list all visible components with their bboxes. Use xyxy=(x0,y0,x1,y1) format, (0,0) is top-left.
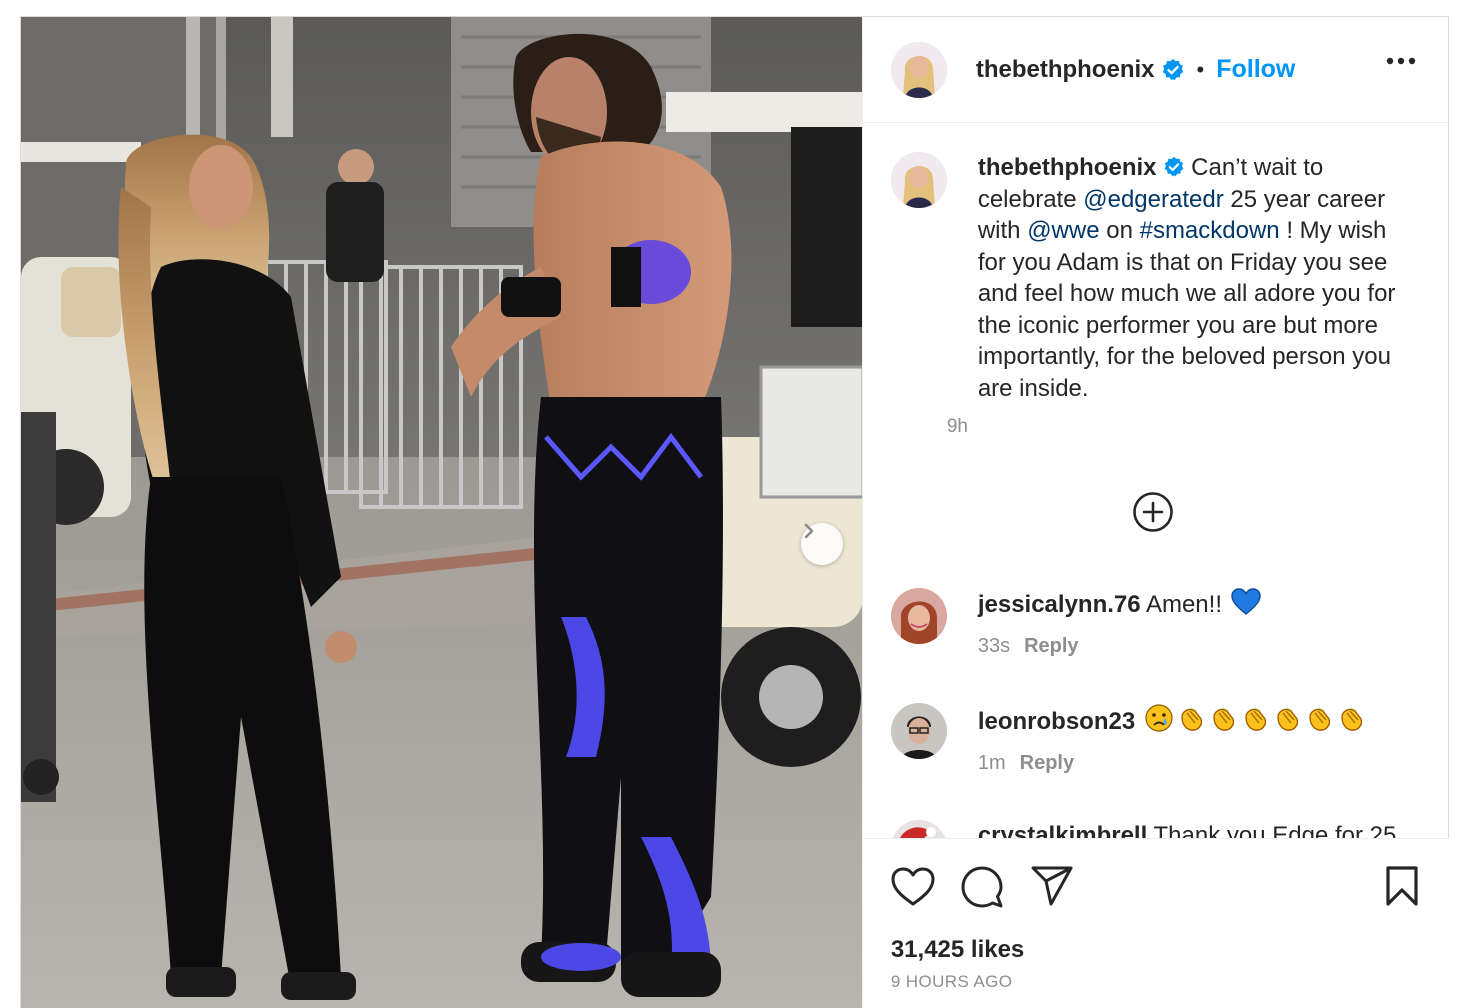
post-timestamp[interactable]: 9 HOURS AGO xyxy=(891,972,1013,992)
clapping-hands-icon xyxy=(1309,708,1330,731)
comment-item: crystalkimbrell Thank you Edge for 25 xyxy=(890,820,1431,838)
comment-text: Amen!! xyxy=(1145,591,1222,618)
avatar-image xyxy=(890,41,947,98)
crying-face-icon xyxy=(1145,704,1173,732)
more-icon[interactable] xyxy=(1386,57,1416,65)
comment-meta: 1m Reply xyxy=(978,748,1366,779)
caption-part-3: on xyxy=(1099,217,1140,244)
caption-username[interactable]: thebethphoenix xyxy=(978,154,1157,181)
comment-time[interactable]: 1m xyxy=(978,752,1006,774)
verified-badge-icon xyxy=(1162,58,1183,80)
reply-button[interactable]: Reply xyxy=(1020,752,1074,774)
comment-meta: 33s Reply xyxy=(978,631,1261,662)
comment-body: crystalkimbrell Thank you Edge for 25 xyxy=(978,820,1397,838)
comment-icon[interactable] xyxy=(961,866,1003,908)
clapping-hands-icon xyxy=(1181,708,1202,731)
instagram-post: thebethphoenix • Follow thebethphoenix C… xyxy=(20,16,1449,1008)
comments-section[interactable]: thebethphoenix Can’t wait to celebrate @… xyxy=(863,124,1449,838)
header-separator: • xyxy=(1196,56,1205,82)
follow-button[interactable]: Follow xyxy=(1216,55,1295,84)
mention-edgeratedr[interactable]: @edgeratedr xyxy=(1083,186,1223,213)
avatar-image xyxy=(890,588,947,644)
next-photo-button[interactable] xyxy=(801,523,843,565)
likes-count[interactable]: 31,425 likes xyxy=(891,936,1024,964)
photo-illustration xyxy=(21,17,862,1008)
comment-time[interactable]: 33s xyxy=(978,635,1010,657)
hashtag-smackdown[interactable]: #smackdown xyxy=(1140,217,1280,244)
author-username[interactable]: thebethphoenix xyxy=(976,56,1155,84)
load-more-comments-button[interactable] xyxy=(1132,491,1174,538)
commenter-avatar[interactable] xyxy=(890,820,947,838)
comment-body: leonrobson23 xyxy=(978,703,1366,737)
reply-button[interactable]: Reply xyxy=(1024,635,1078,657)
comment-username[interactable]: jessicalynn.76 xyxy=(978,591,1141,618)
comment-item: leonrobson23 1m Reply xyxy=(890,703,1431,779)
share-icon[interactable] xyxy=(1031,866,1073,906)
comment-text: Thank you Edge for 25 xyxy=(1153,822,1397,838)
comment-item: jessicalynn.76 Amen!! 33s Reply xyxy=(890,588,1431,662)
clapping-hands-icon xyxy=(1277,708,1298,731)
clapping-hands-icon xyxy=(1341,708,1362,731)
heart-icon[interactable] xyxy=(891,867,935,907)
verified-badge-icon xyxy=(1164,156,1183,177)
clapping-hands-icon xyxy=(1245,708,1266,731)
caption-timestamp[interactable]: 9h xyxy=(947,416,1403,438)
avatar-image xyxy=(890,703,947,759)
comment-body: jessicalynn.76 Amen!! xyxy=(978,588,1261,620)
post-caption: thebethphoenix Can’t wait to celebrate @… xyxy=(890,152,1403,438)
clapping-hands-icon xyxy=(1213,708,1234,731)
avatar-image xyxy=(890,152,947,208)
mention-wwe[interactable]: @wwe xyxy=(1027,217,1099,244)
post-header: thebethphoenix • Follow xyxy=(862,17,1448,123)
post-photo[interactable] xyxy=(21,17,862,1008)
bookmark-icon[interactable] xyxy=(1385,865,1419,907)
post-side-panel: thebethphoenix • Follow thebethphoenix C… xyxy=(861,17,1449,1008)
blue-heart-icon xyxy=(1230,588,1261,615)
add-circle-icon xyxy=(1133,492,1173,532)
commenter-avatar[interactable] xyxy=(890,703,947,759)
caption-avatar[interactable] xyxy=(890,152,947,208)
caption-text: thebethphoenix Can’t wait to celebrate @… xyxy=(978,152,1403,404)
caption-part-4: ! My wish for you Adam is that on Friday… xyxy=(977,217,1396,402)
commenter-avatar[interactable] xyxy=(890,588,947,644)
comment-username[interactable]: crystalkimbrell xyxy=(978,822,1147,838)
avatar-image xyxy=(890,820,947,838)
chevron-right-icon xyxy=(804,523,814,539)
post-actions: 31,425 likes 9 HOURS AGO xyxy=(862,838,1449,1008)
author-avatar[interactable] xyxy=(890,41,947,98)
comment-username[interactable]: leonrobson23 xyxy=(978,708,1135,735)
